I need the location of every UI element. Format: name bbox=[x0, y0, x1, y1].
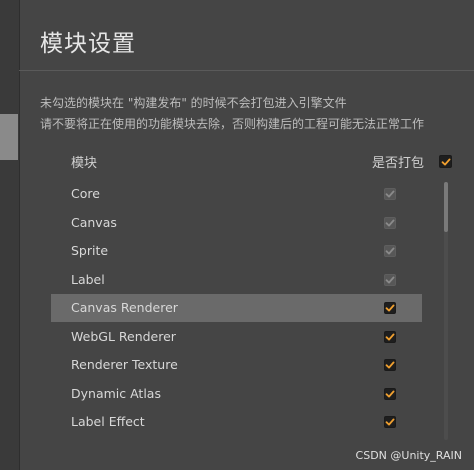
left-panel-strip bbox=[0, 0, 20, 470]
module-row[interactable]: Label bbox=[51, 266, 422, 294]
module-label: Canvas bbox=[71, 214, 117, 230]
checkmark-icon bbox=[385, 333, 395, 340]
module-label: Label bbox=[71, 271, 105, 287]
pack-all-checkbox[interactable] bbox=[439, 155, 452, 168]
checkmark-icon bbox=[385, 418, 395, 426]
description-line-1: 未勾选的模块在 "构建发布" 的时候不会打包进入引擎文件 bbox=[40, 96, 347, 110]
module-row[interactable]: WebGL Renderer bbox=[51, 323, 422, 351]
module-pack-checkbox bbox=[384, 273, 396, 286]
module-label: Canvas Renderer bbox=[71, 300, 178, 315]
module-row[interactable]: Dynamic Atlas bbox=[51, 380, 422, 408]
module-label: Label Effect bbox=[71, 414, 145, 429]
module-pack-checkbox[interactable] bbox=[384, 330, 396, 343]
module-label: Dynamic Atlas bbox=[71, 385, 161, 401]
module-row[interactable]: Canvas bbox=[51, 209, 422, 237]
scrollbar-thumb[interactable] bbox=[444, 182, 448, 232]
title-divider bbox=[19, 70, 474, 71]
description-line-2: 请不要将正在使用的功能模块去除，否则构建后的工程可能无法正常工作 bbox=[40, 117, 425, 131]
checkmark-icon bbox=[441, 158, 450, 165]
module-pack-checkbox bbox=[384, 245, 396, 257]
module-row[interactable]: Renderer Texture bbox=[51, 351, 422, 379]
module-row[interactable]: Core bbox=[51, 180, 422, 208]
module-list: Core Canvas Sprite Label Canvas Renderer WebG… bbox=[51, 180, 422, 440]
module-label: WebGL Renderer bbox=[71, 328, 176, 344]
checkmark-icon bbox=[385, 304, 395, 312]
watermark: CSDN @Unity_RAIN bbox=[355, 449, 462, 462]
module-label: Sprite bbox=[71, 243, 109, 258]
module-pack-checkbox[interactable] bbox=[384, 387, 396, 400]
module-pack-checkbox[interactable] bbox=[384, 302, 396, 314]
module-pack-checkbox bbox=[384, 216, 396, 229]
checkmark-icon bbox=[385, 247, 395, 255]
module-label: Core bbox=[71, 186, 100, 201]
module-row[interactable]: Sprite bbox=[51, 237, 422, 265]
module-row[interactable]: Label Effect bbox=[51, 408, 422, 436]
module-label: Renderer Texture bbox=[71, 357, 178, 372]
checkmark-icon bbox=[385, 190, 395, 198]
module-pack-checkbox bbox=[384, 188, 396, 200]
module-row[interactable]: Canvas Renderer bbox=[51, 294, 422, 322]
left-panel-tab[interactable] bbox=[0, 114, 18, 160]
pack-column-header: 是否打包 bbox=[372, 156, 425, 171]
page-title: 模块设置 bbox=[40, 31, 136, 57]
checkmark-icon bbox=[385, 361, 395, 369]
module-pack-checkbox[interactable] bbox=[384, 359, 396, 371]
checkmark-icon bbox=[385, 390, 395, 397]
checkmark-icon bbox=[385, 276, 395, 283]
module-column-header: 模块 bbox=[71, 156, 98, 171]
module-pack-checkbox[interactable] bbox=[384, 416, 396, 428]
checkmark-icon bbox=[385, 219, 395, 226]
